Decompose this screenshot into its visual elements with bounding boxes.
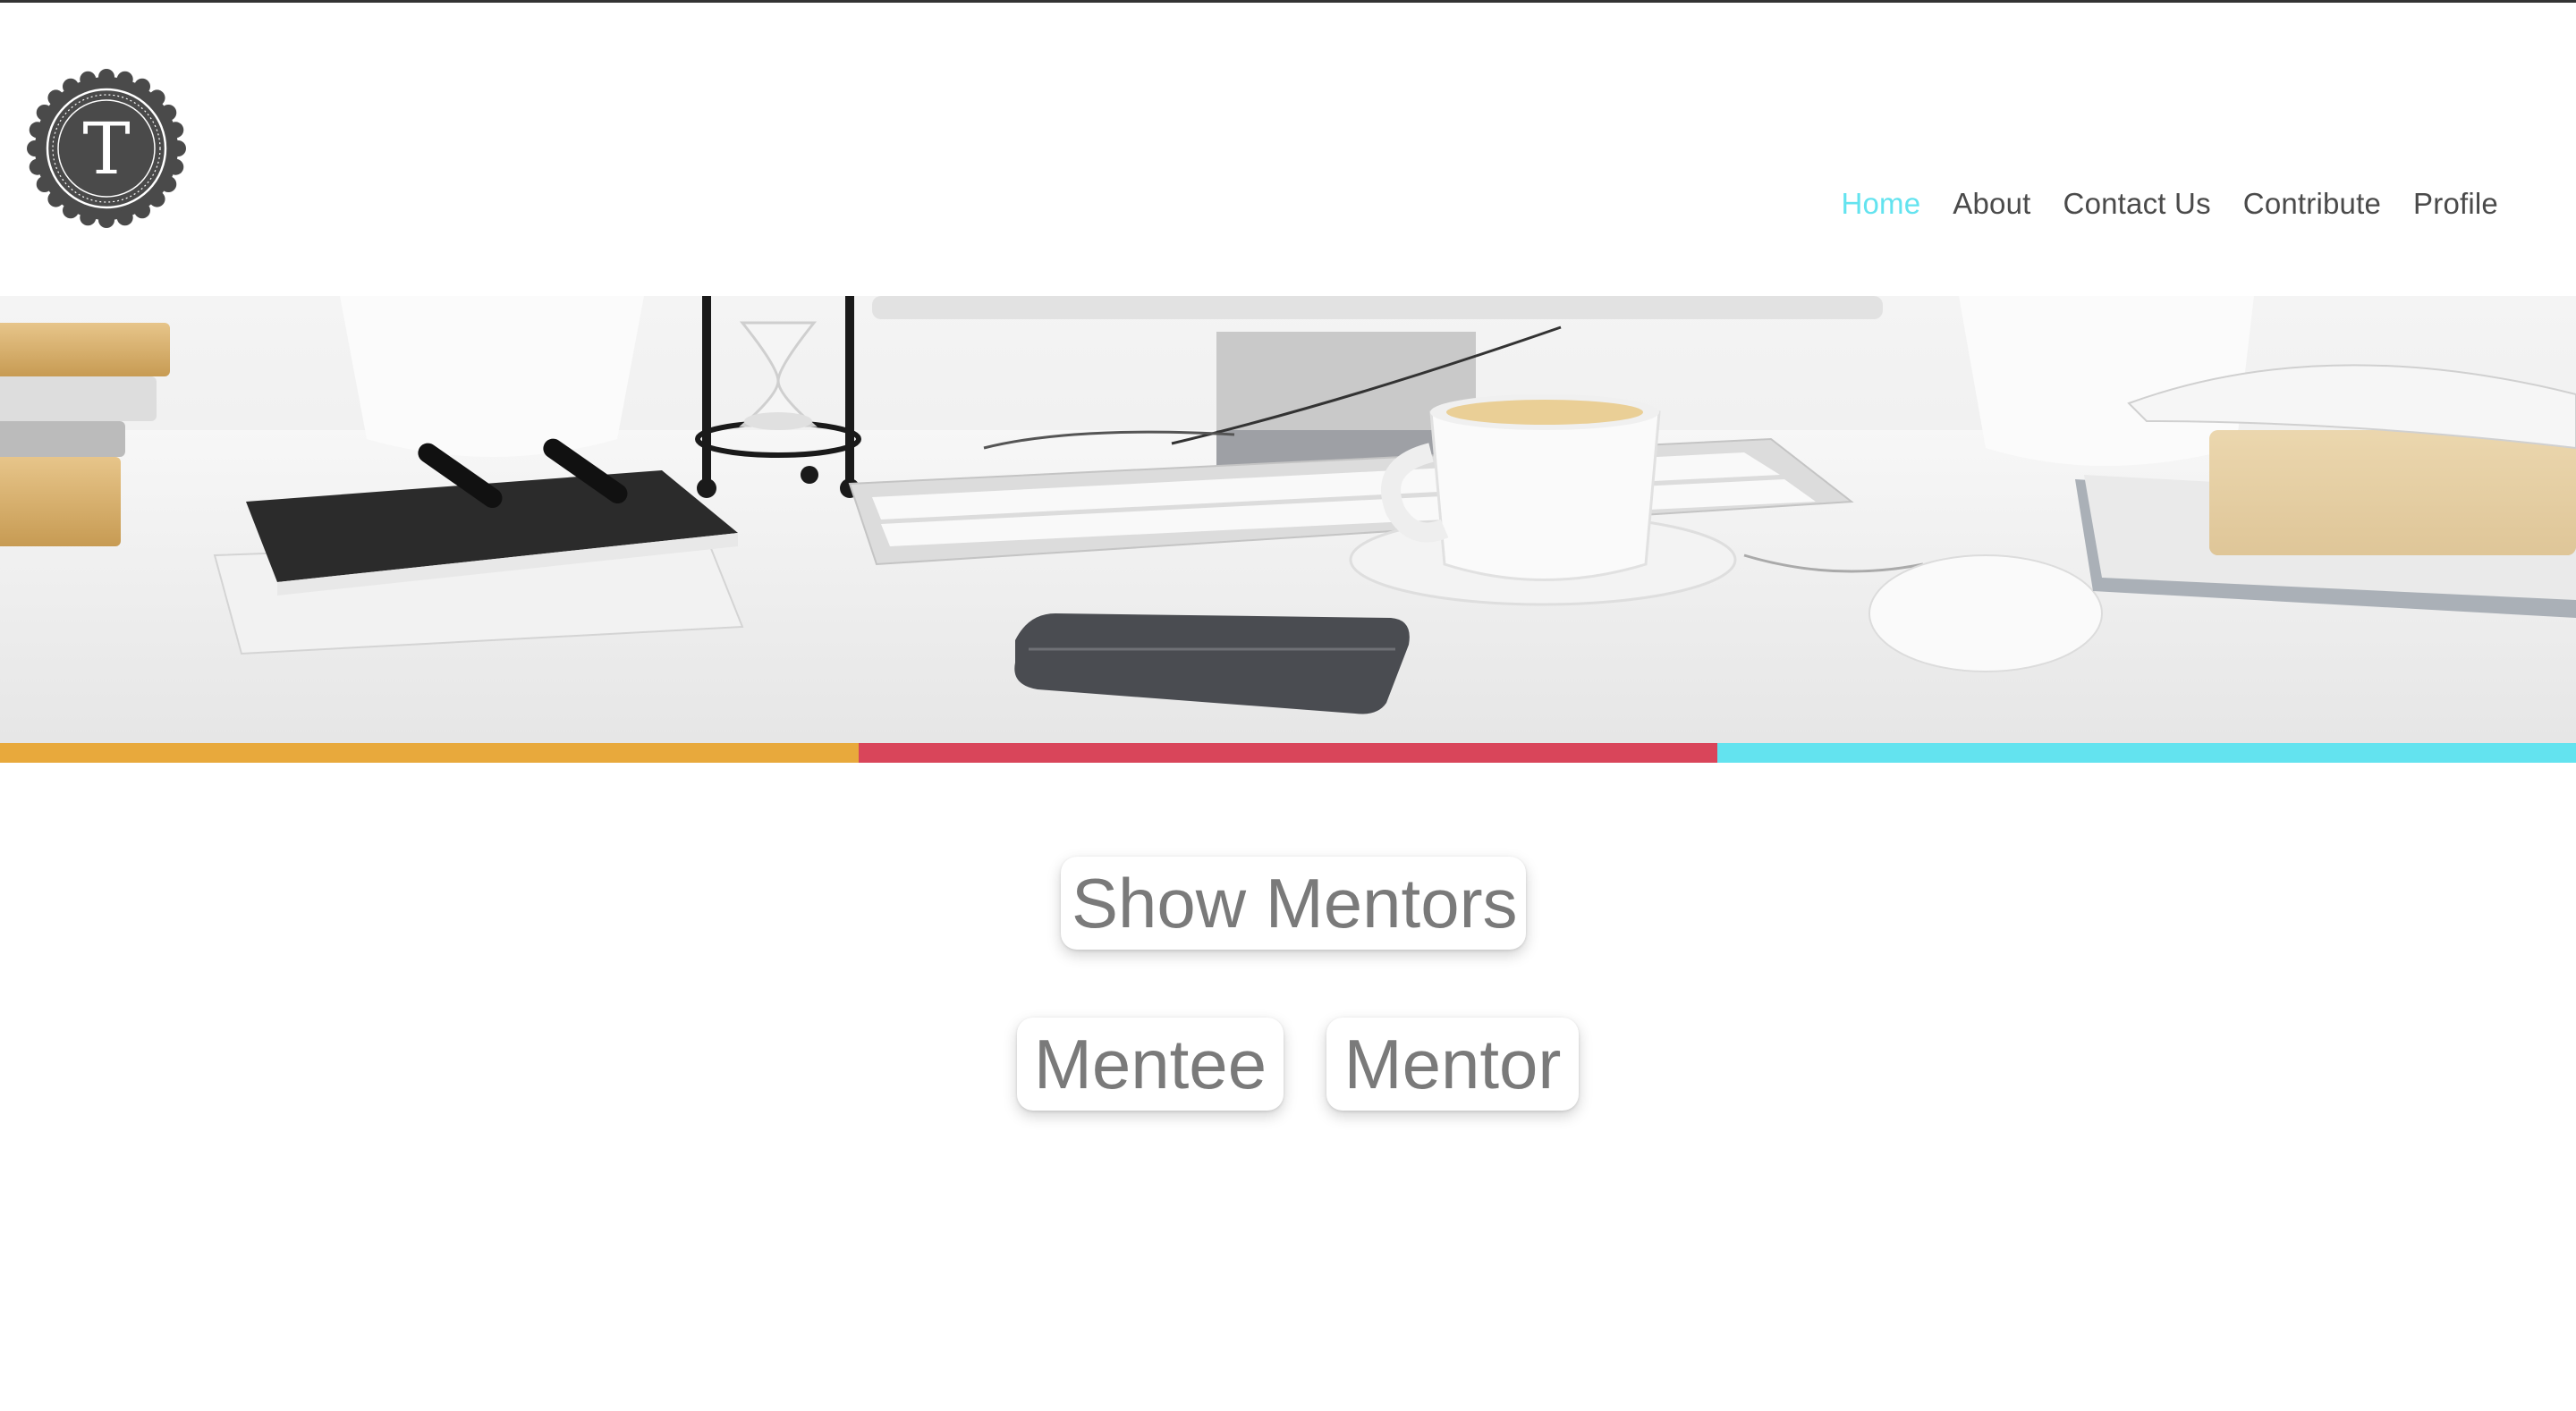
mentee-button[interactable]: Mentee: [1017, 1018, 1284, 1111]
nav-contact-us[interactable]: Contact Us: [2063, 187, 2211, 221]
show-mentors-button[interactable]: Show Mentors: [1061, 857, 1526, 950]
stripe-orange: [0, 743, 859, 763]
header: T Home About Contact Us Contribute Profi…: [0, 3, 2576, 296]
nav-about[interactable]: About: [1953, 187, 2030, 221]
hero-desk-image: [0, 296, 2576, 743]
nav-profile[interactable]: Profile: [2413, 187, 2498, 221]
color-stripe-bar: [0, 743, 2576, 763]
mentor-button[interactable]: Mentor: [1326, 1018, 1579, 1111]
stripe-red: [859, 743, 1717, 763]
logo-letter: T: [82, 107, 130, 190]
main-nav: Home About Contact Us Contribute Profile: [1841, 187, 2498, 221]
nav-contribute[interactable]: Contribute: [2243, 187, 2381, 221]
nav-home[interactable]: Home: [1841, 187, 1920, 221]
stripe-cyan: [1717, 743, 2576, 763]
logo-emblem-icon[interactable]: T: [27, 69, 186, 228]
